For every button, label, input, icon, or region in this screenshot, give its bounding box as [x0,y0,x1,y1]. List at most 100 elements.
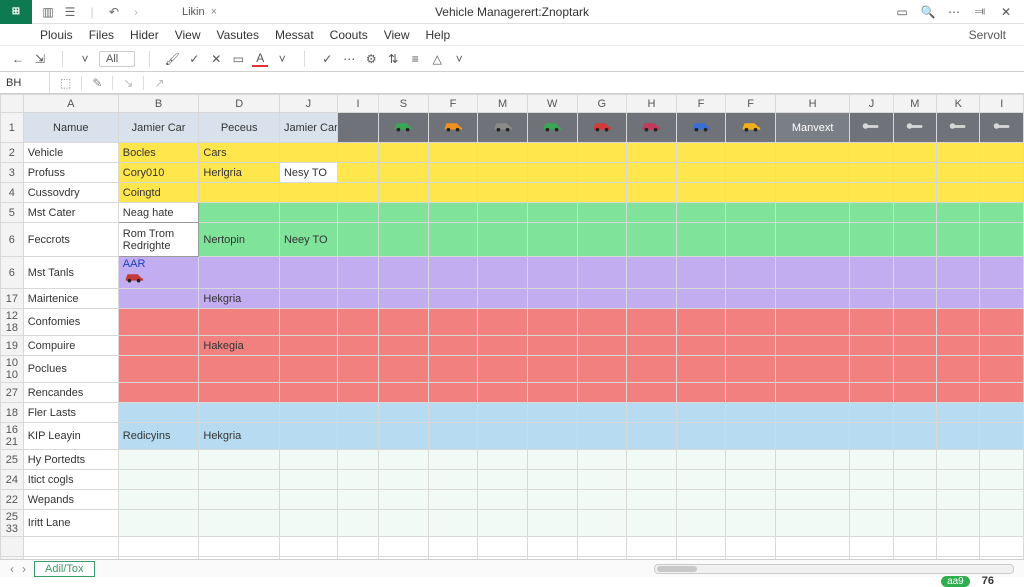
cell[interactable] [577,510,627,537]
close-window-icon[interactable]: ✕ [998,5,1014,19]
cell[interactable] [980,470,1024,490]
cell[interactable] [850,336,893,356]
cell[interactable] [676,289,726,309]
cell[interactable] [478,356,528,383]
col-header[interactable]: D [199,95,280,113]
cell[interactable] [893,183,936,203]
qat-icon-2[interactable]: ☰ [62,4,78,20]
cell[interactable] [850,163,893,183]
row-header[interactable]: 5 [1,203,24,223]
ribbon-icon[interactable]: ▭ [894,5,910,19]
cell[interactable]: Jamier Car [118,113,199,143]
cell[interactable] [577,289,627,309]
cell[interactable] [527,383,577,403]
cell[interactable] [850,356,893,383]
col-header[interactable]: J [279,95,337,113]
cell[interactable] [980,336,1024,356]
cell[interactable] [379,257,429,289]
cell[interactable]: Compuire [23,336,118,356]
cell[interactable] [726,383,776,403]
cell[interactable] [850,183,893,203]
close-tab-icon[interactable]: × [211,6,217,18]
cell[interactable] [775,383,849,403]
cell[interactable] [937,163,980,183]
cell[interactable] [726,183,776,203]
cell[interactable] [478,403,528,423]
cell[interactable] [726,203,776,223]
cell[interactable] [893,309,936,336]
cell[interactable] [428,143,478,163]
menu-item[interactable]: View [384,28,410,42]
cell[interactable] [980,510,1024,537]
cell[interactable] [676,490,726,510]
cell[interactable] [478,163,528,183]
menu-item[interactable]: Messat [275,28,314,42]
cell[interactable] [527,289,577,309]
sheet-tab[interactable]: Adil/Tox [34,561,95,577]
cell[interactable] [676,336,726,356]
cell[interactable]: Fler Lasts [23,403,118,423]
cell[interactable] [379,163,429,183]
cell[interactable] [937,143,980,163]
cell[interactable] [478,203,528,223]
cell[interactable] [478,336,528,356]
cell[interactable] [980,163,1024,183]
cell[interactable] [379,490,429,510]
cell[interactable]: Vehicle [23,143,118,163]
cell[interactable] [577,257,627,289]
cell[interactable] [980,143,1024,163]
cell[interactable] [118,490,199,510]
cell[interactable] [478,383,528,403]
cell[interactable] [627,289,677,309]
cell[interactable] [279,309,337,336]
tool-icon[interactable] [850,113,893,143]
cell[interactable] [379,356,429,383]
cell[interactable] [337,403,378,423]
cell[interactable] [337,510,378,537]
cell[interactable] [627,223,677,257]
col-header[interactable]: B [118,95,199,113]
car-icon[interactable] [478,113,528,143]
cell[interactable] [428,163,478,183]
cell[interactable] [893,336,936,356]
row-header[interactable]: 6 [1,257,24,289]
cell[interactable] [893,289,936,309]
cell[interactable] [118,450,199,470]
cell[interactable]: Mst Cater [23,203,118,223]
cell[interactable] [577,223,627,257]
cell[interactable]: Namue [23,113,118,143]
cell[interactable] [118,383,199,403]
cell[interactable]: Nesy TO [279,163,337,183]
check-icon[interactable]: ✓ [186,51,202,67]
cell[interactable] [337,163,378,183]
cell[interactable] [428,383,478,403]
row-header[interactable] [1,537,24,557]
cell[interactable] [850,470,893,490]
cell[interactable] [379,470,429,490]
cell[interactable] [726,257,776,289]
cell[interactable] [676,537,726,557]
cell[interactable] [337,423,378,450]
cell[interactable]: Redicyins [118,423,199,450]
cell[interactable] [627,537,677,557]
cell[interactable] [893,356,936,383]
cell[interactable] [850,403,893,423]
cell[interactable] [478,257,528,289]
col-header[interactable]: W [527,95,577,113]
cell[interactable] [850,289,893,309]
col-header[interactable]: F [726,95,776,113]
cell[interactable] [379,289,429,309]
cell[interactable]: Jamier Car [279,113,337,143]
cell[interactable] [850,423,893,450]
back-icon[interactable]: ← [10,51,26,67]
row-header[interactable]: 2 [1,143,24,163]
cell[interactable] [23,537,118,557]
row-header[interactable]: 3 [1,163,24,183]
tool-icon[interactable] [937,113,980,143]
menu-item[interactable]: View [175,28,201,42]
cell[interactable] [577,163,627,183]
cell[interactable] [726,163,776,183]
cell[interactable] [850,490,893,510]
cell[interactable] [937,403,980,423]
cell[interactable] [627,423,677,450]
